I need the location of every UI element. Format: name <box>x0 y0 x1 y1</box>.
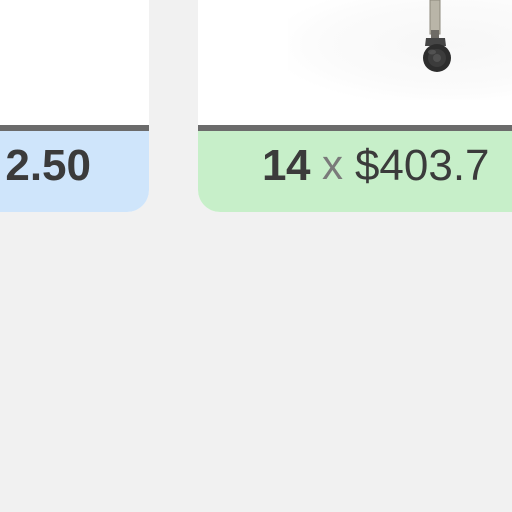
product-card[interactable]: 14 x $403.7 <box>198 0 512 212</box>
unit-price: $403.7 <box>354 141 490 190</box>
office-chair-caster-icon <box>423 0 451 72</box>
card-footer: 14 x $403.7 <box>198 131 512 212</box>
multiply-sign: x <box>321 141 343 188</box>
line-price: 2.50 <box>5 141 91 190</box>
quantity: 14 <box>262 141 310 190</box>
product-image <box>0 0 149 125</box>
product-grid: 2.50 14 x $403.7 <box>0 0 512 512</box>
card-footer: 2.50 <box>0 131 149 212</box>
product-image <box>198 0 512 125</box>
image-shading <box>288 0 512 100</box>
product-card[interactable]: 2.50 <box>0 0 149 212</box>
